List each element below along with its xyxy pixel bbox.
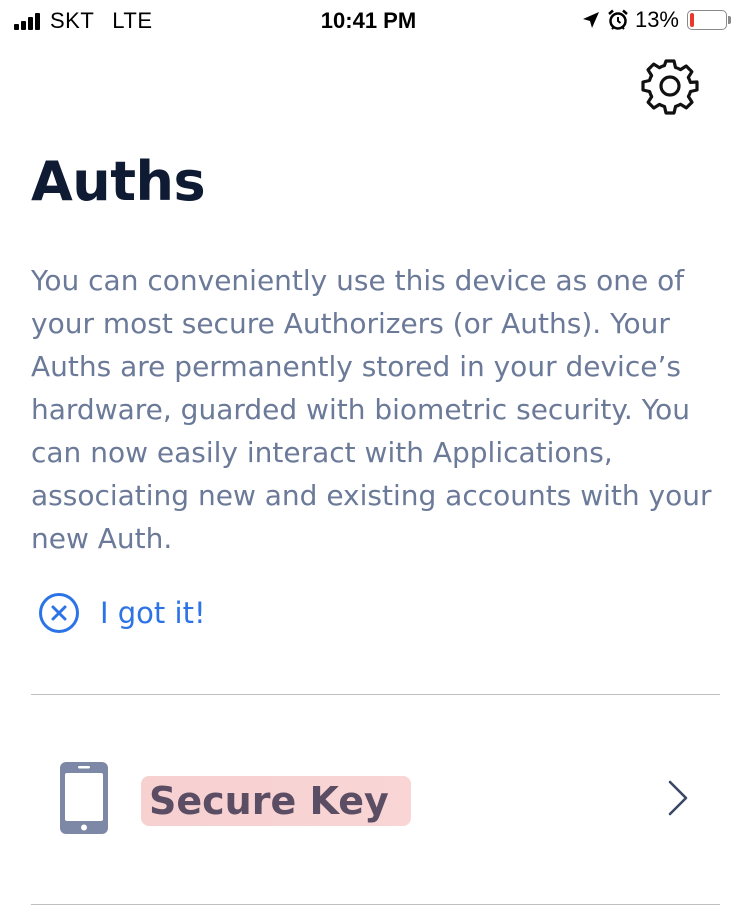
gear-icon xyxy=(641,59,699,115)
close-circle-icon xyxy=(39,593,79,633)
auth-item-label: Secure Key xyxy=(141,776,411,826)
page-title: Auths xyxy=(31,150,206,213)
phone-icon xyxy=(60,762,108,834)
got-it-button[interactable]: I got it! xyxy=(38,591,206,635)
got-it-label: I got it! xyxy=(100,596,206,630)
settings-button[interactable] xyxy=(640,56,700,116)
chevron-right-icon xyxy=(668,780,688,816)
auth-item-secure-key[interactable]: Secure Key xyxy=(31,696,720,904)
divider xyxy=(31,694,720,695)
location-arrow-icon xyxy=(582,12,599,28)
battery-icon xyxy=(687,10,731,30)
divider xyxy=(31,904,720,905)
battery-fill xyxy=(690,13,694,27)
status-bar: SKT LTE 10:41 PM 13% xyxy=(0,0,737,40)
intro-description: You can conveniently use this device as … xyxy=(31,264,712,555)
battery-percent: 13% xyxy=(634,7,679,32)
alarm-icon xyxy=(608,9,628,30)
status-right: 13% xyxy=(581,7,731,33)
auths-screen: SKT LTE 10:41 PM 13% Auths You can conve… xyxy=(0,0,737,909)
